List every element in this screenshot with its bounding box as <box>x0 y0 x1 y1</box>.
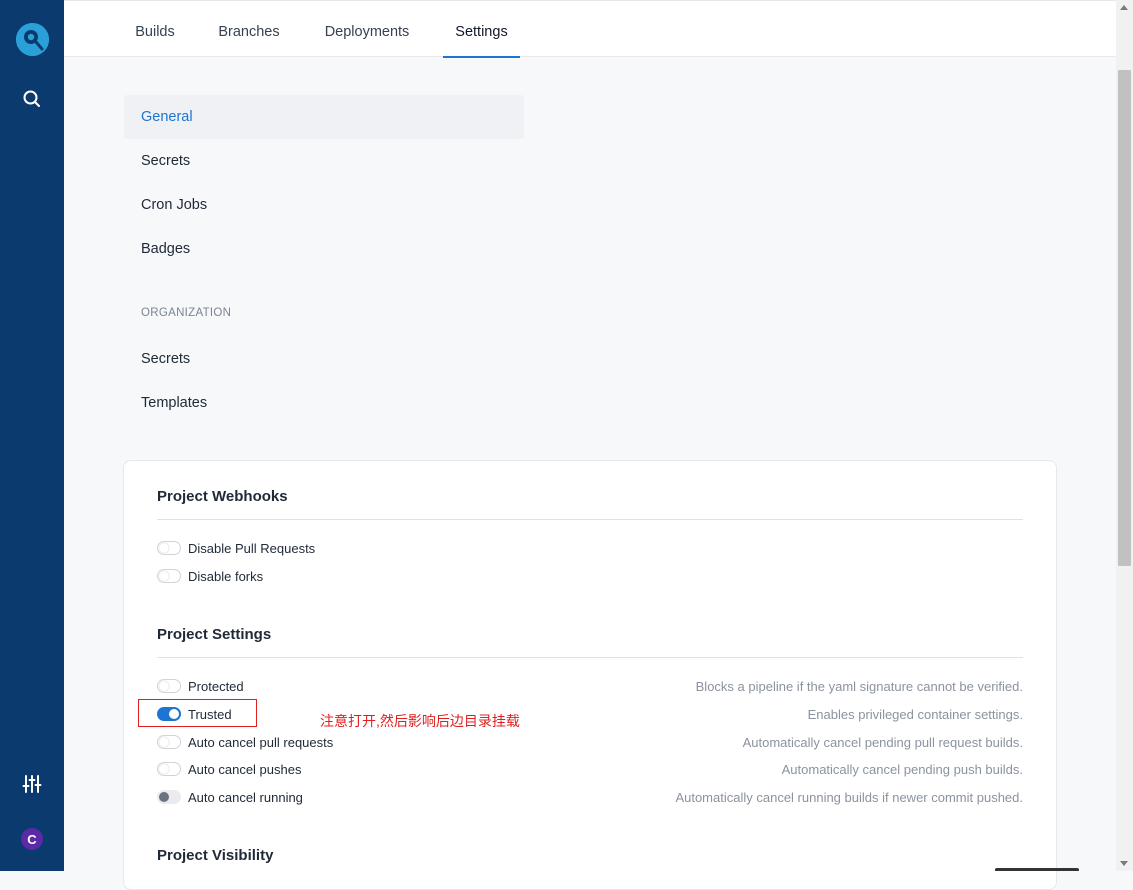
tab-builds[interactable]: Builds <box>134 1 176 57</box>
menu-item-cron-jobs[interactable]: Cron Jobs <box>124 183 524 227</box>
option-label-disable-pull-requests: Disable Pull Requests <box>188 541 316 556</box>
toggle-knob <box>159 571 169 581</box>
option-label-auto-cancel-pull-requests: Auto cancel pull requests <box>188 735 334 750</box>
toggle-disable-pull-requests[interactable] <box>157 541 181 555</box>
toggle-protected[interactable] <box>157 679 181 693</box>
section-title-settings: Project Settings <box>157 626 272 643</box>
scroll-down-icon[interactable] <box>1120 861 1128 866</box>
menu-heading-organization: ORGANIZATION <box>141 307 232 319</box>
toggle-auto-cancel-pull-requests[interactable] <box>157 735 181 749</box>
scrollbar[interactable] <box>1116 0 1133 871</box>
menu-item-badges[interactable]: Badges <box>124 227 524 271</box>
scroll-thumb[interactable] <box>1118 70 1131 566</box>
option-label-auto-cancel-running: Auto cancel running <box>188 790 303 805</box>
annotation-highlight-box <box>138 699 257 727</box>
toggle-knob <box>159 681 169 691</box>
toggle-disable-forks[interactable] <box>157 569 181 583</box>
option-label-protected: Protected <box>188 679 244 694</box>
tab-branches[interactable]: Branches <box>216 1 282 57</box>
divider <box>157 657 1023 658</box>
option-description-protected: Blocks a pipeline if the yaml signature … <box>695 679 1023 694</box>
tab-bar: Builds Branches Deployments Settings <box>64 0 1116 58</box>
option-description-auto-cancel-pushes: Automatically cancel pending push builds… <box>781 762 1023 777</box>
scroll-up-icon[interactable] <box>1120 5 1128 10</box>
menu-item-general[interactable]: General <box>124 95 524 139</box>
menu-item-secrets[interactable]: Secrets <box>124 139 524 183</box>
sliders-icon[interactable] <box>22 774 42 794</box>
toggle-auto-cancel-pushes[interactable] <box>157 762 181 776</box>
option-label-auto-cancel-pushes: Auto cancel pushes <box>188 762 302 777</box>
section-title-webhooks: Project Webhooks <box>157 488 288 505</box>
divider <box>157 519 1023 520</box>
toggle-knob <box>159 737 169 747</box>
toggle-knob <box>159 543 169 553</box>
option-label-disable-forks: Disable forks <box>188 569 264 584</box>
settings-card <box>123 460 1057 890</box>
toggle-auto-cancel-running[interactable] <box>157 790 181 804</box>
menu-item-templates[interactable]: Templates <box>124 381 524 425</box>
annotation-text: 注意打开,然后影响后边目录挂载 <box>320 713 520 729</box>
toggle-knob <box>159 792 169 802</box>
option-description-trusted: Enables privileged container settings. <box>807 707 1023 722</box>
option-description-auto-cancel-pull-requests: Automatically cancel pending pull reques… <box>742 735 1023 750</box>
left-nav: C <box>0 0 64 871</box>
search-icon[interactable] <box>22 89 42 109</box>
avatar-initial: C <box>27 831 37 847</box>
avatar[interactable]: C <box>21 828 43 850</box>
toggle-knob <box>159 764 169 774</box>
drone-logo-icon[interactable] <box>16 23 49 56</box>
option-description-auto-cancel-running: Automatically cancel running builds if n… <box>675 790 1023 805</box>
menu-item-org-secrets[interactable]: Secrets <box>124 337 524 381</box>
section-title-visibility: Project Visibility <box>157 847 274 864</box>
tab-settings[interactable]: Settings <box>443 1 520 58</box>
tab-deployments[interactable]: Deployments <box>321 1 413 57</box>
